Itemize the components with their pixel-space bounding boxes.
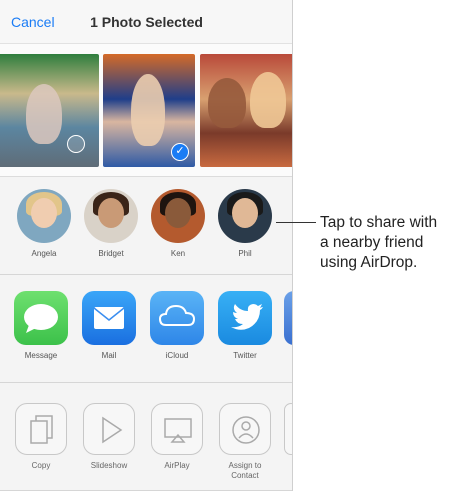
photo-thumbnail[interactable] bbox=[0, 54, 99, 167]
app-label: Twitter bbox=[233, 351, 257, 360]
photo-strip[interactable]: ✓ bbox=[0, 44, 292, 177]
copy-icon bbox=[15, 403, 67, 455]
callout-line bbox=[276, 222, 316, 223]
share-app-more[interactable] bbox=[284, 291, 292, 345]
callout-line-1: Tap to share with bbox=[320, 214, 438, 231]
icloud-icon bbox=[150, 291, 204, 345]
photo-subject bbox=[208, 78, 246, 128]
twitter-icon bbox=[218, 291, 272, 345]
play-icon bbox=[102, 416, 123, 444]
photo-subject bbox=[131, 74, 165, 146]
person-name: Bridget bbox=[98, 249, 124, 258]
contact-icon bbox=[232, 416, 260, 444]
message-icon bbox=[14, 291, 68, 345]
speech-bubble-icon bbox=[24, 304, 58, 333]
action-label: AirPlay bbox=[164, 461, 190, 470]
avatar bbox=[84, 189, 138, 243]
bird-icon bbox=[231, 304, 263, 330]
photo-subject bbox=[250, 72, 286, 128]
callout-line-3: using AirDrop. bbox=[320, 254, 418, 271]
avatar-face bbox=[31, 198, 57, 228]
action-label: Copy bbox=[31, 461, 51, 470]
slideshow-icon bbox=[83, 403, 135, 455]
photo-thumbnail[interactable] bbox=[200, 54, 292, 167]
photo-subject bbox=[26, 84, 62, 144]
cloud-icon bbox=[158, 304, 196, 326]
app-label: Mail bbox=[101, 351, 117, 360]
person-name: Angela bbox=[31, 249, 57, 258]
avatar bbox=[17, 189, 71, 243]
photo-thumbnail[interactable]: ✓ bbox=[103, 54, 195, 167]
checkmark-icon[interactable]: ✓ bbox=[171, 143, 189, 161]
avatar bbox=[218, 189, 272, 243]
app-label: iCloud bbox=[165, 351, 189, 360]
avatar-face bbox=[98, 198, 124, 228]
share-apps-row: Message Mail iCloud Twitter bbox=[0, 275, 292, 383]
action-assign-contact[interactable]: Assign to Contact bbox=[214, 403, 276, 481]
airdrop-person[interactable]: Bridget bbox=[81, 189, 141, 258]
selection-circle-icon[interactable] bbox=[67, 135, 85, 153]
share-app-message[interactable]: Message bbox=[10, 291, 72, 360]
airdrop-person[interactable]: Phil bbox=[215, 189, 275, 258]
avatar-face bbox=[165, 198, 191, 228]
action-airplay[interactable]: AirPlay bbox=[146, 403, 208, 471]
share-app-mail[interactable]: Mail bbox=[78, 291, 140, 360]
envelope-icon bbox=[93, 307, 125, 329]
action-label: Slideshow bbox=[90, 461, 128, 470]
avatar bbox=[151, 189, 205, 243]
person-name: Phil bbox=[238, 249, 252, 258]
assign-contact-icon bbox=[219, 403, 271, 455]
action-more[interactable] bbox=[284, 403, 292, 455]
screen-icon bbox=[164, 418, 192, 443]
actions-row: Copy Slideshow AirPlay Assign to Contact bbox=[0, 383, 292, 491]
share-sheet: Cancel 1 Photo Selected ✓ Angela Bridget… bbox=[0, 0, 293, 491]
callout-line-2: a nearby friend bbox=[320, 234, 424, 251]
airdrop-person[interactable]: Angela bbox=[14, 189, 74, 258]
airplay-icon bbox=[151, 403, 203, 455]
app-label: Message bbox=[24, 351, 58, 360]
share-app-twitter[interactable]: Twitter bbox=[214, 291, 276, 360]
action-label: Assign to Contact bbox=[228, 461, 262, 480]
navbar: Cancel 1 Photo Selected bbox=[0, 0, 292, 44]
airdrop-person[interactable]: Ken bbox=[148, 189, 208, 258]
mail-icon bbox=[82, 291, 136, 345]
copy-glyph bbox=[30, 415, 53, 444]
airdrop-callout: Tap to share with a nearby friend using … bbox=[320, 213, 470, 273]
avatar-face bbox=[232, 198, 258, 228]
person-name: Ken bbox=[170, 249, 186, 258]
share-app-icloud[interactable]: iCloud bbox=[146, 291, 208, 360]
action-slideshow[interactable]: Slideshow bbox=[78, 403, 140, 471]
airdrop-row: Angela Bridget Ken Phil bbox=[0, 177, 292, 275]
page-title: 1 Photo Selected bbox=[90, 14, 203, 30]
action-copy[interactable]: Copy bbox=[10, 403, 72, 471]
